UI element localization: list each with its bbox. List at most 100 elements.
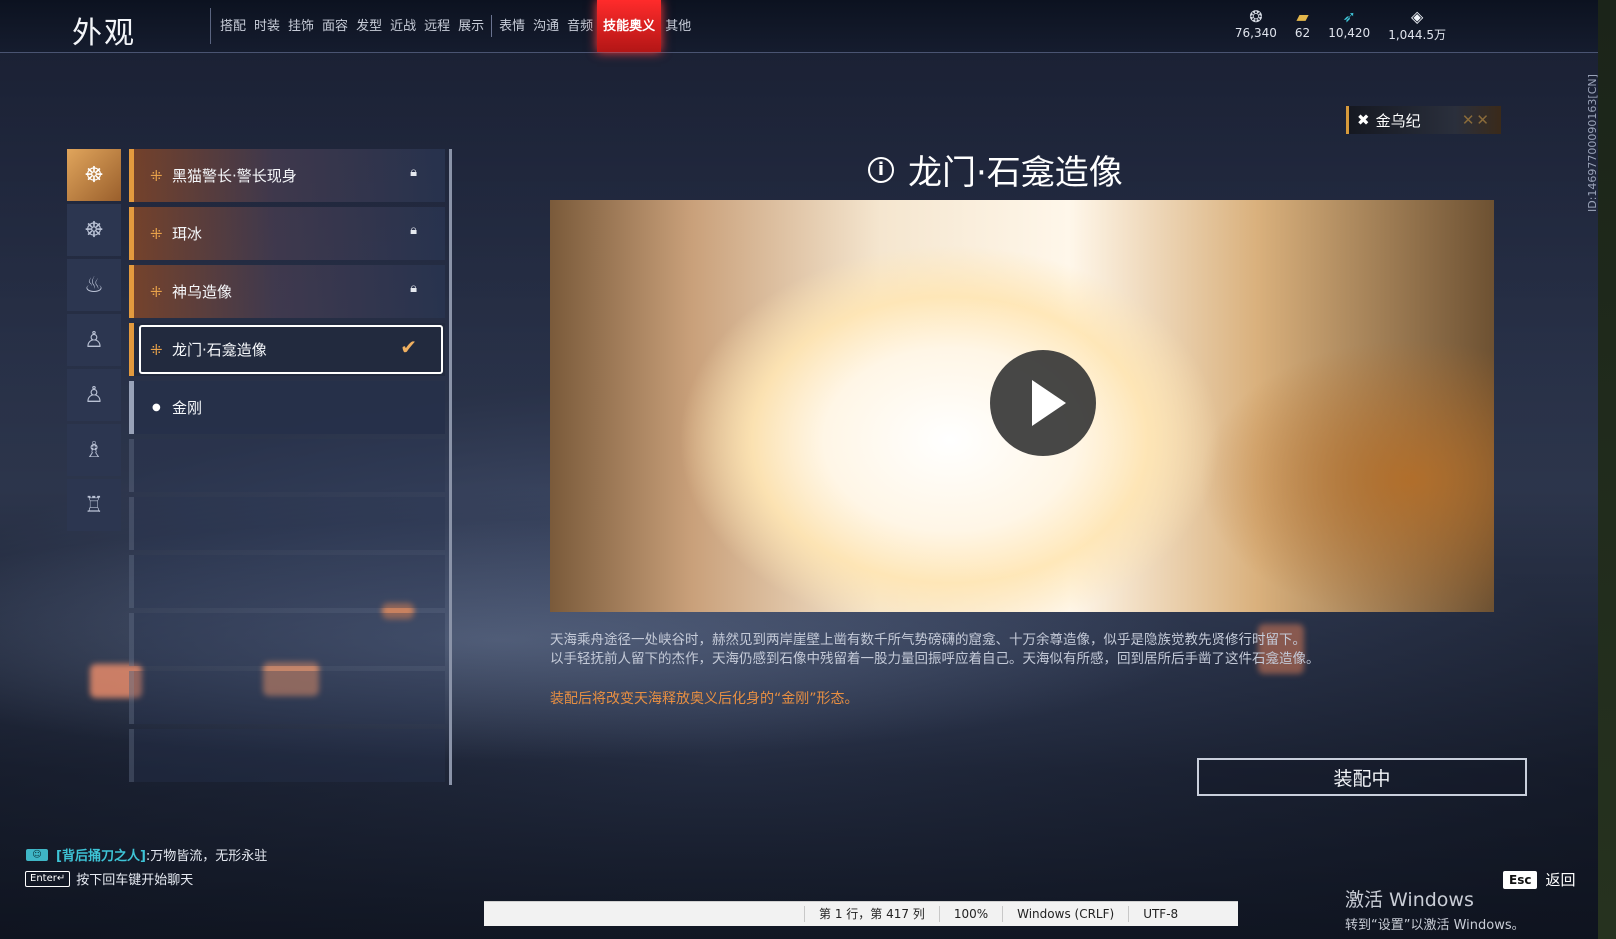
currency-feather: ➶ 10,420 (1328, 8, 1370, 43)
tab-melee[interactable]: 近战 (386, 0, 420, 52)
tab-communicate[interactable]: 沟通 (529, 0, 563, 52)
avatar-pose-5-icon: ♙ (84, 382, 104, 408)
avatar-pose-6-icon: ♗ (84, 437, 104, 463)
currency-value: 62 (1294, 26, 1311, 40)
tab-hairstyle[interactable]: 发型 (352, 0, 386, 52)
ultimate-emblem-icon: ⁜ (150, 282, 163, 301)
description-line: 以手轻抚前人留下的杰作，天海仍感到石像中残留着一股力量回振呼应着自己。天海似有所… (550, 651, 1320, 667)
category-avatar-3[interactable]: ♨ (67, 259, 121, 311)
status-line-ending: Windows (CRLF) (1002, 906, 1128, 922)
dot-icon: ● (152, 402, 161, 413)
tab-other[interactable]: 其他 (661, 0, 695, 52)
currency-bar: ❂ 76,340 ▰ 62 ➶ 10,420 ◈ 1,044.5万 (1217, 8, 1446, 43)
empty-slot (129, 613, 445, 666)
status-encoding: UTF-8 (1128, 906, 1192, 922)
enter-key-icon: Enter↵ (25, 870, 71, 887)
checkmark-icon: ✔ (400, 335, 417, 359)
gold-ingot-icon: ▰ (1296, 7, 1309, 26)
ultimate-emblem-icon: ⁜ (150, 224, 163, 243)
chat-hint: Enter↵ 按下回车键开始聊天 (25, 869, 193, 888)
category-avatar-4[interactable]: ♙ (67, 314, 121, 366)
diamond-icon: ◈ (1410, 7, 1424, 26)
currency-value: 76,340 (1234, 26, 1277, 40)
avatar-pose-3-icon: ♨ (84, 272, 104, 298)
ultimate-emblem-icon: ⁜ (150, 166, 163, 185)
skin-item-label: 金刚 (172, 399, 203, 417)
equip-button[interactable]: 装配中 (1197, 758, 1527, 796)
watermark-line: 激活 Windows (1345, 889, 1474, 911)
status-cursor-position: 第 1 行，第 417 列 (804, 906, 939, 922)
skin-item-black-cat[interactable]: ⁜ 黑猫警长·警长现身 🔒︎ (129, 149, 445, 202)
tab-skill-ultimate[interactable]: 技能奥义 (597, 0, 662, 52)
empty-slot (129, 497, 445, 550)
equip-note: 装配后将改变天海释放奥义后化身的“金刚”形态。 (550, 691, 859, 707)
tab-display[interactable]: 展示 (454, 0, 488, 52)
category-avatar-2[interactable]: ☸ (67, 204, 121, 256)
skin-item-longmen[interactable]: ⁜ 龙门·石龛造像 ✔ (129, 323, 445, 376)
currency-value: 1,044.5万 (1388, 28, 1446, 42)
series-badge-label: 金乌纪 (1375, 111, 1421, 130)
skin-item-label: 珥冰 (172, 225, 203, 243)
detail-title: i 龙门·石龛造像 (868, 145, 1123, 194)
badge-ornament-icon: ✕✕ (1461, 111, 1491, 129)
category-avatar-6[interactable]: ♗ (67, 424, 121, 476)
category-avatar-5[interactable]: ♙ (67, 369, 121, 421)
info-icon[interactable]: i (868, 156, 894, 183)
chat-channel-icon: ☺ (26, 848, 48, 861)
avatar-pose-2-icon: ☸ (84, 217, 104, 243)
title-divider (210, 8, 211, 44)
chat-sender[interactable]: [背后捅刀之人] (56, 845, 146, 864)
watermark-line: 转到“设置”以激活 Windows。 (1345, 918, 1525, 933)
player-id: ID:1469770009016​3[CN] (1586, 74, 1599, 212)
empty-slot (129, 439, 445, 492)
tab-audio[interactable]: 音频 (563, 0, 597, 52)
category-avatar-7[interactable]: ♖ (67, 479, 121, 531)
back-label: 返回 (1545, 871, 1576, 889)
empty-slot (129, 729, 445, 782)
selection-frame (139, 325, 443, 374)
lock-icon: 🔒︎ (410, 281, 417, 296)
skin-item-jingang[interactable]: ● 金刚 (129, 381, 445, 434)
chat-message: ☺ [背后捅刀之人] :万物皆流，无形永驻 (26, 845, 267, 864)
series-badge[interactable]: ✖ 金乌纪 ✕✕ (1346, 106, 1501, 134)
skin-item-label: 黑猫警长·警长现身 (172, 167, 297, 185)
tab-separator (491, 15, 493, 37)
silver-coin-icon: ❂ (1249, 7, 1263, 26)
currency-diamond: ◈ 1,044.5万 (1388, 8, 1446, 43)
tab-ranged[interactable]: 远程 (420, 0, 454, 52)
tab-fashion[interactable]: 时装 (250, 0, 284, 52)
play-button[interactable] (990, 350, 1096, 456)
chat-text: :万物皆流，无形永驻 (145, 849, 268, 864)
tab-bar: 搭配 时装 挂饰 面容 发型 近战 远程 展示 表情 沟通 音频 技能奥义 其他 (216, 0, 695, 52)
avatar-pose-1-icon: ☸ (84, 162, 104, 188)
tab-face[interactable]: 面容 (318, 0, 352, 52)
preview-video[interactable] (550, 200, 1494, 612)
feather-icon: ➶ (1342, 7, 1356, 26)
chat-hint-text: 按下回车键开始聊天 (76, 873, 194, 888)
lock-icon: 🔒︎ (410, 165, 417, 180)
lock-icon: 🔒︎ (410, 223, 417, 238)
page-title: 外观 (72, 16, 136, 51)
status-zoom: 100% (938, 906, 1002, 922)
tab-outfit-set[interactable]: 搭配 (216, 0, 250, 52)
currency-gold: ▰ 62 (1295, 8, 1310, 43)
skin-list: ⁜ 黑猫警长·警长现身 🔒︎ ⁜ 珥冰 🔒︎ ⁜ 神乌造像 🔒︎ ⁜ 龙门·石龛… (129, 149, 445, 787)
empty-slot (129, 555, 445, 608)
skin-item-erbing[interactable]: ⁜ 珥冰 🔒︎ (129, 207, 445, 260)
empty-slot (129, 671, 445, 724)
avatar-pose-7-icon: ♖ (84, 492, 104, 518)
tab-accessory[interactable]: 挂饰 (284, 0, 318, 52)
editor-status-bar: 第 1 行，第 417 列 100% Windows (CRLF) UTF-8 (484, 901, 1238, 926)
skin-item-label: 神乌造像 (172, 283, 233, 301)
skin-item-divine-crow[interactable]: ⁜ 神乌造像 🔒︎ (129, 265, 445, 318)
description-line: 天海乘舟途径一处峡谷时，赫然见到两岸崖壁上凿有数千所气势磅礴的窟龛、十万余尊造像… (550, 632, 1306, 648)
category-avatar-1[interactable]: ☸ (67, 149, 121, 201)
tab-emote[interactable]: 表情 (495, 0, 529, 52)
top-bar: 外观 搭配 时装 挂饰 面容 发型 近战 远程 展示 表情 沟通 音频 技能奥义… (0, 0, 1616, 53)
list-scrollbar[interactable] (449, 149, 452, 785)
skin-description: 天海乘舟途径一处峡谷时，赫然见到两岸崖壁上凿有数千所气势磅礴的窟龛、十万余尊造像… (550, 631, 1510, 669)
crossed-blades-icon: ✖ (1357, 111, 1370, 129)
avatar-pose-4-icon: ♙ (84, 327, 104, 353)
windows-activation-watermark: 激活 Windows 转到“设置”以激活 Windows。 (1345, 885, 1525, 933)
category-column: ☸ ☸ ♨ ♙ ♙ ♗ ♖ (67, 149, 121, 534)
